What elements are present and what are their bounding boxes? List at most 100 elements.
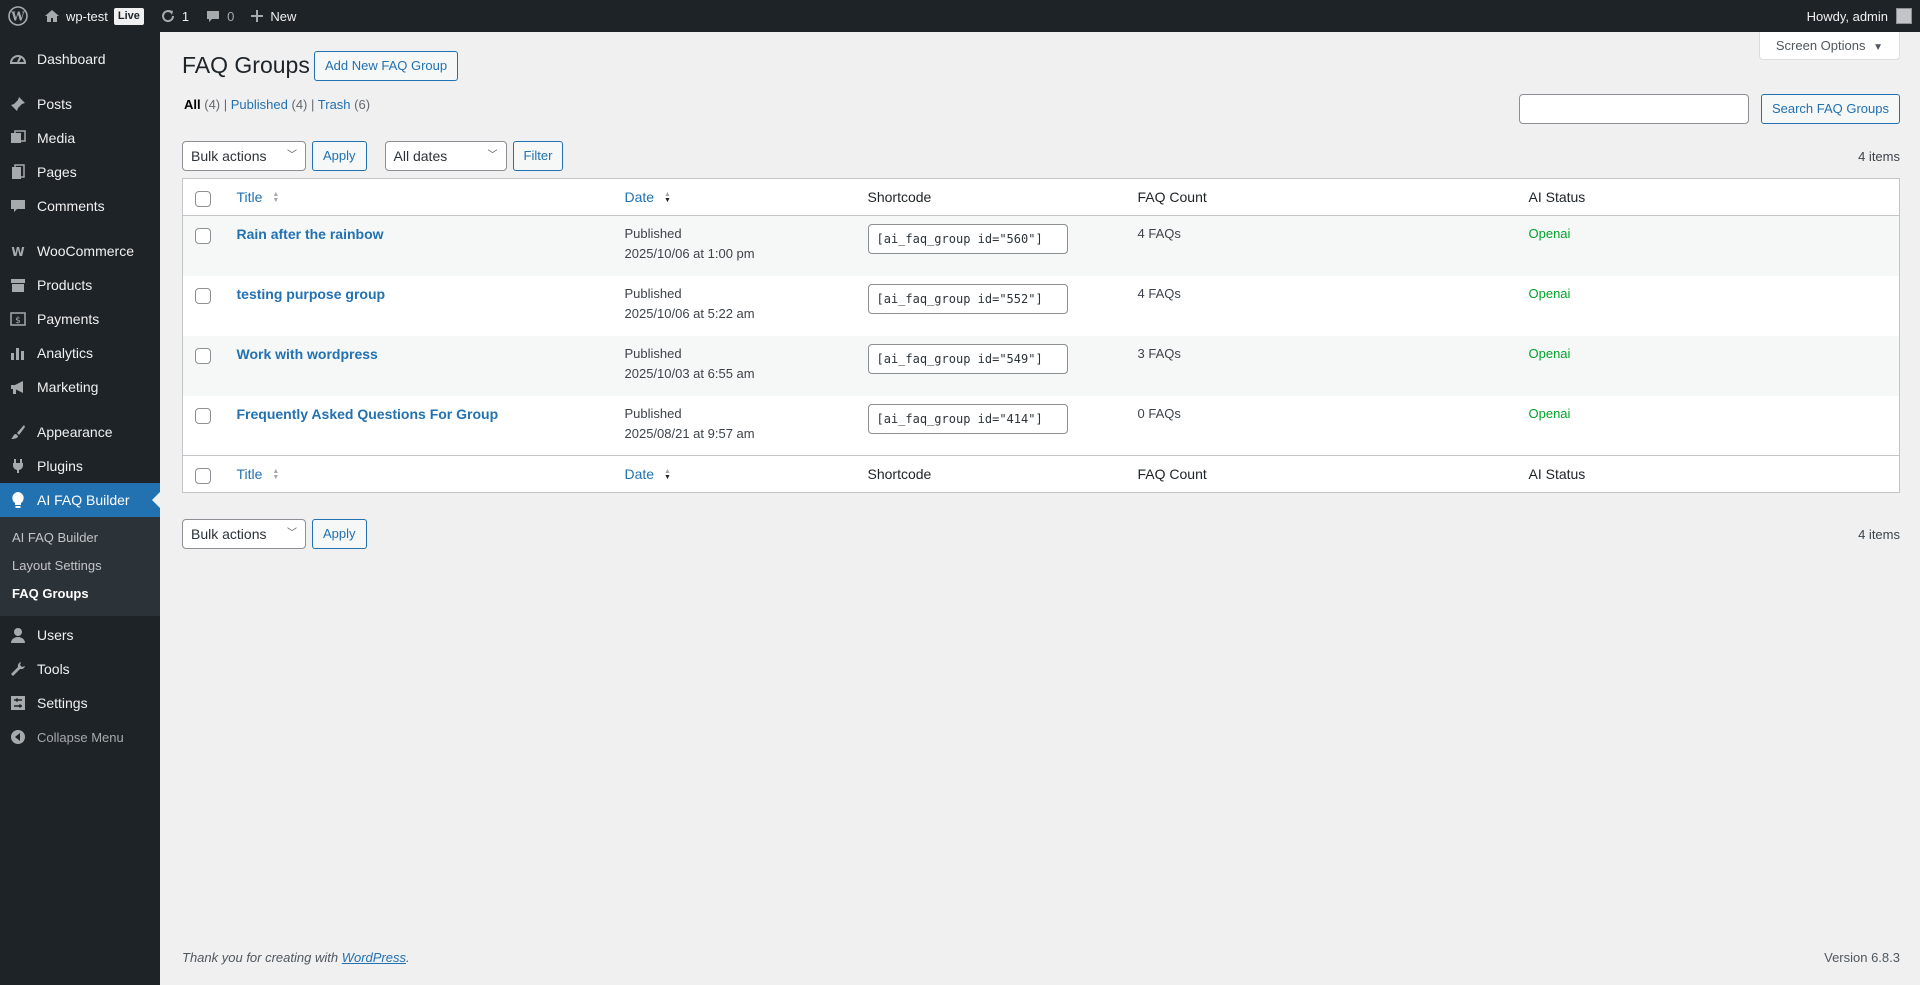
- menu-item-tools[interactable]: Tools: [0, 652, 160, 686]
- megaphone-icon: [8, 377, 28, 397]
- status-views: All (4) | Published (4) | Trash (6): [184, 97, 370, 112]
- menu-item-pages[interactable]: Pages: [0, 155, 160, 189]
- search-faq-groups-button[interactable]: Search FAQ Groups: [1760, 94, 1900, 124]
- menu-item-comments[interactable]: Comments: [0, 189, 160, 223]
- menu-item-marketing[interactable]: Marketing: [0, 370, 160, 404]
- site-name-link[interactable]: wp-test Live: [36, 0, 152, 32]
- menu-item-analytics[interactable]: Analytics: [0, 336, 160, 370]
- screen-options-button[interactable]: Screen Options ▼: [1758, 32, 1900, 60]
- shortcode-field[interactable]: [ai_faq_group id="414"]: [867, 403, 1068, 434]
- row-title-link[interactable]: Rain after the rainbow: [237, 226, 384, 242]
- comments-icon: [8, 196, 28, 216]
- settings-icon: [8, 693, 28, 713]
- post-status: Published: [624, 345, 682, 361]
- row-checkbox[interactable]: [195, 287, 211, 304]
- submenu-item-ai-faq-builder[interactable]: AI FAQ Builder: [0, 524, 160, 552]
- apply-button-bottom[interactable]: Apply: [312, 519, 367, 549]
- view-published-count: (4): [291, 97, 308, 112]
- post-date: 2025/10/06 at 1:00 pm: [624, 246, 755, 261]
- title-sort-link[interactable]: Title: [237, 466, 263, 482]
- menu-item-ai-faq-builder[interactable]: AI FAQ Builder: [0, 483, 160, 517]
- column-title-header[interactable]: Title ▲ ▼: [226, 178, 615, 216]
- menu-label-comments: Comments: [37, 198, 105, 214]
- menu-label-analytics: Analytics: [37, 345, 94, 361]
- shortcode-cell: [ai_faq_group id="560"]: [858, 216, 1128, 276]
- menu-item-products[interactable]: Products: [0, 268, 160, 302]
- select-all-checkbox[interactable]: [195, 468, 211, 484]
- column-title-footer[interactable]: Title ▲ ▼: [226, 455, 615, 493]
- filter-button[interactable]: Filter: [512, 141, 564, 171]
- bulk-actions-select[interactable]: Bulk actions ﹀: [182, 141, 306, 171]
- menu-item-media[interactable]: Media: [0, 121, 160, 155]
- comment-icon: [205, 8, 221, 24]
- menu-item-plugins[interactable]: Plugins: [0, 449, 160, 483]
- svg-text:W: W: [10, 10, 25, 24]
- shortcode-cell: [ai_faq_group id="552"]: [858, 276, 1128, 336]
- ai-status-cell: Openai: [1528, 285, 1571, 301]
- shortcode-field[interactable]: [ai_faq_group id="549"]: [867, 343, 1068, 374]
- menu-item-dashboard[interactable]: Dashboard: [0, 42, 160, 76]
- wordpress-logo-icon[interactable]: W: [0, 0, 36, 32]
- row-checkbox[interactable]: [195, 228, 211, 244]
- title-cell: testing purpose group: [227, 276, 615, 336]
- submenu-item-layout-settings[interactable]: Layout Settings: [0, 552, 160, 580]
- row-checkbox[interactable]: [195, 407, 211, 424]
- page-title: FAQ Groups: [182, 52, 310, 78]
- title-sort-link[interactable]: Title: [237, 189, 263, 205]
- title-cell: Work with wordpress: [227, 336, 615, 396]
- menu-label-woocommerce: WooCommerce: [37, 243, 134, 259]
- shortcode-field[interactable]: [ai_faq_group id="552"]: [867, 283, 1068, 314]
- bulk-actions-value: Bulk actions: [191, 526, 267, 542]
- date-cell: Published 2025/08/21 at 9:57 am: [615, 396, 858, 456]
- comments-link[interactable]: 0: [197, 0, 242, 32]
- search-input[interactable]: [1518, 94, 1749, 124]
- column-ai-status-header: AI Status: [1518, 178, 1900, 216]
- pin-icon: [8, 94, 28, 114]
- collapse-menu-button[interactable]: Collapse Menu: [0, 720, 160, 754]
- row-checkbox[interactable]: [195, 347, 211, 364]
- search-box: Search FAQ Groups: [1518, 94, 1900, 124]
- wordpress-link[interactable]: WordPress: [342, 950, 406, 965]
- view-separator: |: [223, 97, 231, 112]
- menu-label-ai-faq-builder: AI FAQ Builder: [37, 492, 130, 508]
- chevron-down-icon: ﹀: [487, 150, 498, 161]
- row-title-link[interactable]: testing purpose group: [237, 286, 386, 302]
- menu-item-payments[interactable]: $ Payments: [0, 302, 160, 336]
- view-published-link[interactable]: Published: [231, 97, 288, 112]
- updates-link[interactable]: 1: [152, 0, 197, 32]
- view-trash-link[interactable]: Trash: [318, 97, 351, 112]
- view-separator: |: [311, 97, 318, 112]
- shortcode-field[interactable]: [ai_faq_group id="560"]: [867, 224, 1068, 254]
- menu-item-users[interactable]: Users: [0, 618, 160, 652]
- dates-filter-select[interactable]: All dates ﹀: [384, 141, 507, 171]
- menu-item-settings[interactable]: Settings: [0, 686, 160, 720]
- menu-label-tools: Tools: [37, 661, 70, 677]
- home-icon: [44, 8, 60, 24]
- view-all-link[interactable]: All: [184, 97, 201, 112]
- row-title-link[interactable]: Work with wordpress: [237, 346, 378, 362]
- menu-item-appearance[interactable]: Appearance: [0, 415, 160, 449]
- menu-label-appearance: Appearance: [37, 424, 113, 440]
- column-shortcode-footer: Shortcode: [857, 455, 1128, 493]
- menu-item-woocommerce[interactable]: W WooCommerce: [0, 234, 160, 268]
- date-sort-link[interactable]: Date: [625, 189, 655, 205]
- date-sort-link[interactable]: Date: [625, 466, 655, 482]
- select-all-checkbox[interactable]: [195, 191, 211, 207]
- menu-item-posts[interactable]: Posts: [0, 87, 160, 121]
- ai-status-cell: Openai: [1528, 345, 1571, 361]
- apply-button[interactable]: Apply: [312, 141, 367, 171]
- ai-faq-submenu: AI FAQ Builder Layout Settings FAQ Group…: [0, 517, 160, 616]
- add-new-faq-group-button[interactable]: Add New FAQ Group: [314, 51, 459, 81]
- post-date: 2025/10/06 at 5:22 am: [624, 305, 755, 321]
- my-account[interactable]: Howdy, admin: [1807, 0, 1920, 32]
- row-title-link[interactable]: Frequently Asked Questions For Group: [237, 406, 499, 422]
- bulk-actions-select-bottom[interactable]: Bulk actions ﹀: [182, 519, 306, 549]
- updates-count: 1: [181, 8, 190, 24]
- row-checkbox-cell: [183, 276, 227, 336]
- submenu-item-faq-groups[interactable]: FAQ Groups: [0, 580, 160, 608]
- new-content-link[interactable]: New: [242, 0, 304, 32]
- table-header-row: Title ▲ ▼ Date ▲ ▼ Shortcode FAQ Count AI …: [182, 178, 1900, 216]
- column-date-footer[interactable]: Date ▲ ▼: [614, 455, 858, 493]
- column-date-header[interactable]: Date ▲ ▼: [614, 178, 858, 216]
- table-row: testing purpose group Published 2025/10/0…: [183, 276, 1900, 336]
